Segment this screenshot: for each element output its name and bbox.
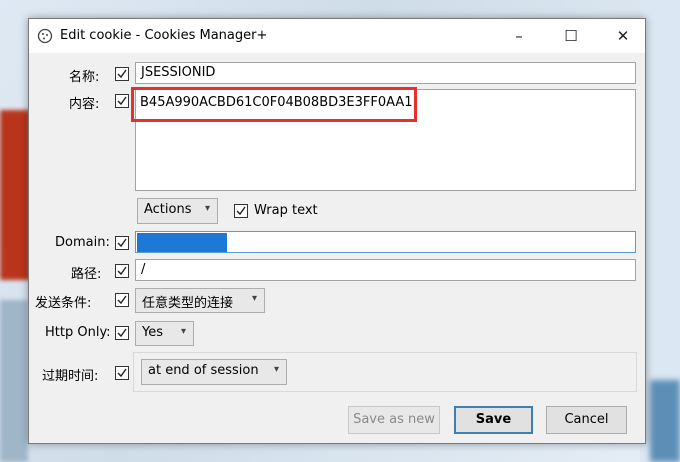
path-label: 路径: (71, 267, 102, 282)
checkmark-icon (117, 295, 127, 305)
save-as-new-button[interactable]: Save as new (348, 406, 440, 434)
checkmark-icon (117, 69, 127, 79)
minimize-button[interactable]: – (499, 24, 539, 48)
checkmark-icon (117, 368, 127, 378)
expire-value: at end of session (148, 363, 259, 378)
expire-select[interactable]: at end of session ▾ (141, 359, 287, 385)
maximize-button[interactable]: ☐ (551, 24, 591, 48)
name-label: 名称: (69, 70, 100, 85)
edit-cookie-dialog: Edit cookie - Cookies Manager+ – ☐ ✕ 名称:… (28, 18, 646, 444)
background-blur-left (0, 300, 28, 462)
chevron-down-icon: ▾ (180, 326, 186, 337)
domain-selection-redacted (137, 233, 227, 252)
httponly-select[interactable]: Yes ▾ (135, 321, 194, 346)
cancel-button[interactable]: Cancel (546, 406, 627, 434)
httponly-checkbox[interactable] (115, 326, 129, 340)
content-label: 内容: (69, 97, 100, 112)
chevron-down-icon: ▾ (273, 364, 279, 375)
wrap-text-checkbox[interactable] (234, 204, 248, 218)
name-checkbox[interactable] (115, 67, 129, 81)
actions-label: Actions (144, 202, 192, 217)
background-blur-blue (650, 380, 680, 462)
path-checkbox[interactable] (115, 264, 129, 278)
domain-field[interactable] (135, 231, 636, 253)
wrap-text-label: Wrap text (254, 203, 318, 218)
send-condition-checkbox[interactable] (115, 293, 129, 307)
httponly-label: Http Only: (45, 325, 111, 340)
expire-checkbox[interactable] (115, 366, 129, 380)
title-bar[interactable]: Edit cookie - Cookies Manager+ – ☐ ✕ (29, 19, 645, 53)
checkmark-icon (117, 266, 127, 276)
checkmark-icon (236, 206, 246, 216)
checkmark-icon (117, 238, 127, 248)
save-button[interactable]: Save (454, 406, 533, 434)
domain-label: Domain: (55, 235, 110, 250)
send-condition-value: 任意类型的连接 (142, 296, 234, 311)
window-title: Edit cookie - Cookies Manager+ (60, 28, 268, 43)
background-blur-red (0, 110, 30, 280)
name-field[interactable]: JSESSIONID (135, 62, 636, 84)
path-field[interactable]: / (135, 259, 636, 281)
checkmark-icon (117, 328, 127, 338)
send-condition-select[interactable]: 任意类型的连接 ▾ (135, 288, 265, 313)
cookie-icon (37, 28, 53, 44)
chevron-down-icon: ▾ (204, 203, 210, 214)
httponly-value: Yes (142, 325, 163, 340)
send-condition-label: 发送条件: (35, 296, 92, 311)
domain-checkbox[interactable] (115, 236, 129, 250)
expire-label: 过期时间: (42, 369, 99, 384)
close-button[interactable]: ✕ (603, 24, 643, 48)
checkmark-icon (117, 96, 127, 106)
content-checkbox[interactable] (115, 94, 129, 108)
chevron-down-icon: ▾ (251, 293, 257, 304)
content-highlight-box (131, 87, 417, 122)
actions-dropdown[interactable]: Actions ▾ (137, 198, 218, 224)
